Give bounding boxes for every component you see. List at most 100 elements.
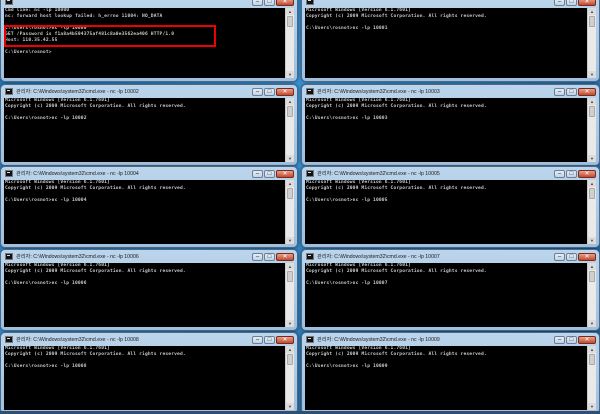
scroll-down-icon[interactable]: ▼ (286, 403, 294, 410)
maximize-button[interactable]: □ (264, 0, 275, 6)
scroll-up-icon[interactable]: ▲ (286, 98, 294, 105)
scroll-thumb[interactable] (287, 271, 293, 282)
minimize-button[interactable]: – (252, 87, 263, 96)
scroll-thumb[interactable] (589, 16, 595, 27)
scroll-thumb[interactable] (589, 271, 595, 282)
minimize-button[interactable]: – (252, 335, 263, 344)
cmd-window-3[interactable]: 관리자: C:\Windows\system32\cmd.exe - nc -l… (301, 84, 600, 166)
close-button[interactable]: ✕ (276, 0, 294, 6)
title-bar[interactable]: 관리자: C:\Windows\system32\cmd.exe - nc -l… (302, 85, 599, 98)
title-bar[interactable]: 관리자: C:\Windows\system32\cmd.exe - nc -l… (302, 333, 599, 346)
cmd-window-4[interactable]: 관리자: C:\Windows\system32\cmd.exe - nc -l… (0, 166, 298, 248)
console-output[interactable]: Microsoft Windows [Version 6.1.7601] Copy… (305, 346, 596, 410)
title-bar[interactable]: 관리자: C:\Windows\system32\cmd.exe - nc -l… (1, 333, 297, 346)
title-bar[interactable]: – □ ✕ (302, 0, 599, 8)
minimize-button[interactable]: – (252, 252, 263, 261)
vertical-scrollbar[interactable]: ▲ ▼ (587, 263, 596, 327)
vertical-scrollbar[interactable]: ▲ ▼ (587, 98, 596, 162)
scroll-down-icon[interactable]: ▼ (286, 320, 294, 327)
vertical-scrollbar[interactable]: ▲ ▼ (587, 180, 596, 244)
title-bar[interactable]: 관리자: C:\Windows\system32\cmd.exe - nc -l… (302, 167, 599, 180)
maximize-button[interactable]: □ (264, 252, 275, 261)
vertical-scrollbar[interactable]: ▲ ▼ (285, 346, 294, 410)
close-button[interactable]: ✕ (276, 87, 294, 96)
cmd-window-9[interactable]: 관리자: C:\Windows\system32\cmd.exe - nc -l… (301, 332, 600, 414)
cmd-window-6[interactable]: 관리자: C:\Windows\system32\cmd.exe - nc -l… (0, 249, 298, 331)
minimize-button[interactable]: – (554, 169, 565, 178)
minimize-button[interactable]: – (554, 252, 565, 261)
scroll-thumb[interactable] (589, 354, 595, 365)
console-output[interactable]: Microsoft Windows [Version 6.1.7601] Copy… (4, 98, 294, 162)
close-button[interactable]: ✕ (276, 169, 294, 178)
close-button[interactable]: ✕ (578, 169, 596, 178)
scroll-up-icon[interactable]: ▲ (286, 180, 294, 187)
minimize-button[interactable]: – (554, 87, 565, 96)
vertical-scrollbar[interactable]: ▲ ▼ (285, 8, 294, 78)
minimize-button[interactable]: – (252, 0, 263, 6)
title-bar[interactable]: 관리자: C:\Windows\system32\cmd.exe - nc -l… (1, 250, 297, 263)
scroll-up-icon[interactable]: ▲ (588, 98, 596, 105)
cmd-window-1[interactable]: – □ ✕ Microsoft Windows [Version 6.1.7601] C… (301, 0, 600, 82)
close-button[interactable]: ✕ (578, 252, 596, 261)
scroll-down-icon[interactable]: ▼ (286, 155, 294, 162)
cmd-window-0[interactable]: – □ ✕ Cmd line: nc -lp 10000 nc: forward hos… (0, 0, 298, 82)
close-button[interactable]: ✕ (578, 335, 596, 344)
console-output[interactable]: Microsoft Windows [Version 6.1.7601] Copy… (4, 180, 294, 244)
cmd-window-5[interactable]: 관리자: C:\Windows\system32\cmd.exe - nc -l… (301, 166, 600, 248)
scroll-down-icon[interactable]: ▼ (588, 237, 596, 244)
close-button[interactable]: ✕ (578, 87, 596, 96)
cmd-window-7[interactable]: 관리자: C:\Windows\system32\cmd.exe - nc -l… (301, 249, 600, 331)
maximize-button[interactable]: □ (566, 0, 577, 6)
scroll-down-icon[interactable]: ▼ (286, 71, 294, 78)
maximize-button[interactable]: □ (566, 252, 577, 261)
scroll-up-icon[interactable]: ▲ (588, 8, 596, 15)
scroll-down-icon[interactable]: ▼ (588, 320, 596, 327)
title-bar[interactable]: – □ ✕ (1, 0, 297, 8)
maximize-button[interactable]: □ (264, 87, 275, 96)
close-button[interactable]: ✕ (276, 335, 294, 344)
vertical-scrollbar[interactable]: ▲ ▼ (285, 180, 294, 244)
console-output[interactable]: Cmd line: nc -lp 10000 nc: forward host l… (4, 8, 294, 78)
minimize-button[interactable]: – (554, 0, 565, 6)
minimize-button[interactable]: – (554, 335, 565, 344)
cmd-window-8[interactable]: 관리자: C:\Windows\system32\cmd.exe - nc -l… (0, 332, 298, 414)
vertical-scrollbar[interactable]: ▲ ▼ (285, 98, 294, 162)
vertical-scrollbar[interactable]: ▲ ▼ (587, 8, 596, 78)
cmd-window-2[interactable]: 관리자: C:\Windows\system32\cmd.exe - nc -l… (0, 84, 298, 166)
maximize-button[interactable]: □ (264, 169, 275, 178)
scroll-thumb[interactable] (589, 106, 595, 117)
console-output[interactable]: Microsoft Windows [Version 6.1.7601] Copy… (305, 180, 596, 244)
minimize-button[interactable]: – (252, 169, 263, 178)
scroll-thumb[interactable] (287, 106, 293, 117)
title-bar[interactable]: 관리자: C:\Windows\system32\cmd.exe - nc -l… (1, 85, 297, 98)
close-button[interactable]: ✕ (578, 0, 596, 6)
scroll-thumb[interactable] (589, 188, 595, 199)
scroll-down-icon[interactable]: ▼ (588, 403, 596, 410)
scroll-up-icon[interactable]: ▲ (286, 263, 294, 270)
title-bar[interactable]: 관리자: C:\Windows\system32\cmd.exe - nc -l… (1, 167, 297, 180)
maximize-button[interactable]: □ (566, 87, 577, 96)
vertical-scrollbar[interactable]: ▲ ▼ (587, 346, 596, 410)
console-output[interactable]: Microsoft Windows [Version 6.1.7601] Copy… (305, 263, 596, 327)
scroll-thumb[interactable] (287, 354, 293, 365)
scroll-up-icon[interactable]: ▲ (588, 346, 596, 353)
scroll-up-icon[interactable]: ▲ (588, 263, 596, 270)
scroll-down-icon[interactable]: ▼ (286, 237, 294, 244)
vertical-scrollbar[interactable]: ▲ ▼ (285, 263, 294, 327)
scroll-up-icon[interactable]: ▲ (286, 8, 294, 15)
maximize-button[interactable]: □ (566, 169, 577, 178)
console-output[interactable]: Microsoft Windows [Version 6.1.7601] Copy… (305, 8, 596, 78)
console-output[interactable]: Microsoft Windows [Version 6.1.7601] Copy… (4, 346, 294, 410)
close-button[interactable]: ✕ (276, 252, 294, 261)
scroll-thumb[interactable] (287, 16, 293, 27)
maximize-button[interactable]: □ (264, 335, 275, 344)
maximize-button[interactable]: □ (566, 335, 577, 344)
console-output[interactable]: Microsoft Windows [Version 6.1.7601] Copy… (4, 263, 294, 327)
scroll-up-icon[interactable]: ▲ (588, 180, 596, 187)
scroll-up-icon[interactable]: ▲ (286, 346, 294, 353)
scroll-thumb[interactable] (287, 188, 293, 199)
scroll-down-icon[interactable]: ▼ (588, 155, 596, 162)
console-output[interactable]: Microsoft Windows [Version 6.1.7601] Copy… (305, 98, 596, 162)
scroll-down-icon[interactable]: ▼ (588, 71, 596, 78)
title-bar[interactable]: 관리자: C:\Windows\system32\cmd.exe - nc -l… (302, 250, 599, 263)
